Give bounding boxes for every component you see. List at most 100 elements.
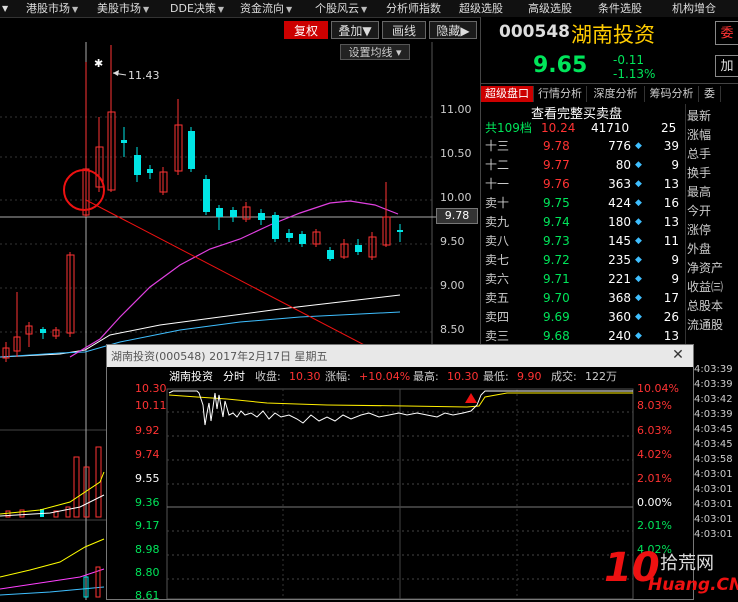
menu-item[interactable]: 港股市场 ▼ <box>26 0 78 17</box>
price-change-pct: -1.13% <box>613 67 656 81</box>
popup-price-tick: 9.92 <box>135 424 160 437</box>
summary-volume: 41710 <box>591 121 630 135</box>
row-count: 9 <box>671 158 679 172</box>
stock-name: 湖南投资 <box>571 23 655 47</box>
row-label: 卖五 <box>485 291 510 305</box>
menu-item[interactable]: 资金流向 ▼ <box>240 0 292 17</box>
row-volume: 180 <box>608 215 631 229</box>
row-label: 卖七 <box>485 253 510 267</box>
trade-time: 4:03:45 <box>694 439 733 450</box>
kline-high-annotation: 11.43 <box>128 69 160 82</box>
tab[interactable]: 深度分析 <box>587 86 645 102</box>
popup-pct-tick: 10.04% <box>637 382 679 395</box>
chevron-down-icon: ▼ <box>286 5 293 14</box>
crosshair-price-label: 9.78 <box>436 208 478 224</box>
popup-info-bar: 湖南投资 分时 收盘: 10.30 涨幅: +10.04% 最高: 10.30 … <box>107 369 693 385</box>
menu-item[interactable]: DDE决策 ▼ <box>170 0 224 17</box>
side-button-add[interactable]: 加 <box>715 55 738 77</box>
row-volume: 360 <box>608 310 631 324</box>
stat-label: 今开 <box>687 204 712 218</box>
orderbook-summary-row: 共109档 10.24 41710 25 <box>481 119 683 137</box>
price-tick: 9.00 <box>440 279 465 292</box>
popup-title: 湖南投资(000548) 2017年2月17日 星期五 <box>111 350 328 363</box>
popup-price-tick: 9.55 <box>135 472 160 485</box>
orderbook-row: 卖三 9.68 240 ◆ 13 <box>481 327 683 345</box>
side-button-entrust[interactable]: 委 <box>715 21 738 45</box>
row-count: 11 <box>663 234 679 248</box>
price-tick: 10.00 <box>440 191 472 204</box>
row-volume: 776 <box>608 139 631 153</box>
menu-item[interactable]: 分析师指数 <box>386 0 441 17</box>
menu-item[interactable]: 美股市场 ▼ <box>97 0 149 17</box>
trade-time: 4:03:39 <box>694 364 733 375</box>
chevron-down-icon[interactable]: ▼ <box>2 0 8 17</box>
popup-mode: 分时 <box>223 370 245 383</box>
price-tick: 11.00 <box>440 103 472 116</box>
popup-pct-tick: 0.00% <box>637 496 672 509</box>
row-dot-icon: ◆ <box>635 293 642 303</box>
menu-item[interactable]: 高级选股 <box>528 0 572 17</box>
set-moving-average-button[interactable]: 设置均线 ▾ <box>340 44 410 60</box>
tab[interactable]: 委 <box>699 86 721 102</box>
popup-price-tick: 8.61 <box>135 589 160 602</box>
draw-line-button[interactable]: 画线 <box>382 21 426 39</box>
menu-item[interactable]: 条件选股 <box>598 0 642 17</box>
row-price: 9.77 <box>543 158 570 172</box>
orderbook-row: 卖九 9.74 180 ◆ 13 <box>481 213 683 231</box>
average-price-line <box>168 392 633 408</box>
stat-label: 最新 <box>687 109 712 123</box>
stat-label: 总股本 <box>687 299 724 313</box>
watermark-name: 拾荒网 <box>660 553 714 574</box>
row-dot-icon: ◆ <box>635 141 642 151</box>
watermark-url: Huang.CN <box>648 575 738 595</box>
row-price: 9.76 <box>543 177 570 191</box>
row-count: 26 <box>663 310 679 324</box>
row-volume: 363 <box>608 177 631 191</box>
row-price: 9.69 <box>543 310 570 324</box>
popup-low-label: 最低: <box>483 370 509 383</box>
chevron-down-icon: ▼ <box>72 5 79 14</box>
row-volume: 424 <box>608 196 631 210</box>
stock-code: 000548 <box>499 22 570 42</box>
menu-item[interactable]: 个股风云 ▼ <box>315 0 367 17</box>
tab[interactable]: 超级盘口 <box>481 86 534 102</box>
stat-label: 涨停 <box>687 223 712 237</box>
orderbook-row: 十一 9.76 363 ◆ 13 <box>481 175 683 193</box>
popup-price-tick: 9.74 <box>135 448 160 461</box>
tab[interactable]: 筹码分析 <box>645 86 699 102</box>
chevron-down-icon: ▼ <box>217 5 225 14</box>
close-icon[interactable]: ✕ <box>669 346 687 364</box>
tab[interactable]: 行情分析 <box>534 86 587 102</box>
popup-pct-tick: 2.01% <box>637 519 672 532</box>
row-volume: 240 <box>608 329 631 343</box>
row-label: 卖三 <box>485 329 510 343</box>
chevron-down-icon: ▼ <box>143 5 150 14</box>
row-label: 十一 <box>485 177 510 191</box>
peak-marker-icon <box>465 393 477 403</box>
popup-price-tick: 8.80 <box>135 566 160 579</box>
row-price: 9.74 <box>543 215 570 229</box>
row-dot-icon: ◆ <box>635 255 642 265</box>
stat-label: 换手 <box>687 166 712 180</box>
row-dot-icon: ◆ <box>635 236 642 246</box>
trade-time: 4:03:01 <box>694 514 733 525</box>
row-volume: 235 <box>608 253 631 267</box>
row-count: 13 <box>663 215 679 229</box>
restore-rights-button[interactable]: 复权 <box>284 21 328 39</box>
stat-label: 流通股 <box>687 318 724 332</box>
popup-price-tick: 9.36 <box>135 496 160 509</box>
intraday-price-line <box>168 390 633 426</box>
menu-item[interactable]: 机构增仓 <box>672 0 716 17</box>
popup-high-label: 最高: <box>413 370 439 383</box>
row-count: 9 <box>671 253 679 267</box>
annotation-circle <box>63 169 105 211</box>
stat-label: 总手 <box>687 147 712 161</box>
row-price: 9.78 <box>543 139 570 153</box>
overlay-button[interactable]: 叠加▼ <box>331 21 379 39</box>
row-dot-icon: ◆ <box>635 198 642 208</box>
row-volume: 145 <box>608 234 631 248</box>
popup-titlebar[interactable]: 湖南投资(000548) 2017年2月17日 星期五 ✕ <box>107 345 693 367</box>
row-dot-icon: ◆ <box>635 274 642 284</box>
hide-button[interactable]: 隐藏▶ <box>429 21 477 39</box>
menu-item[interactable]: 超级选股 <box>459 0 503 17</box>
